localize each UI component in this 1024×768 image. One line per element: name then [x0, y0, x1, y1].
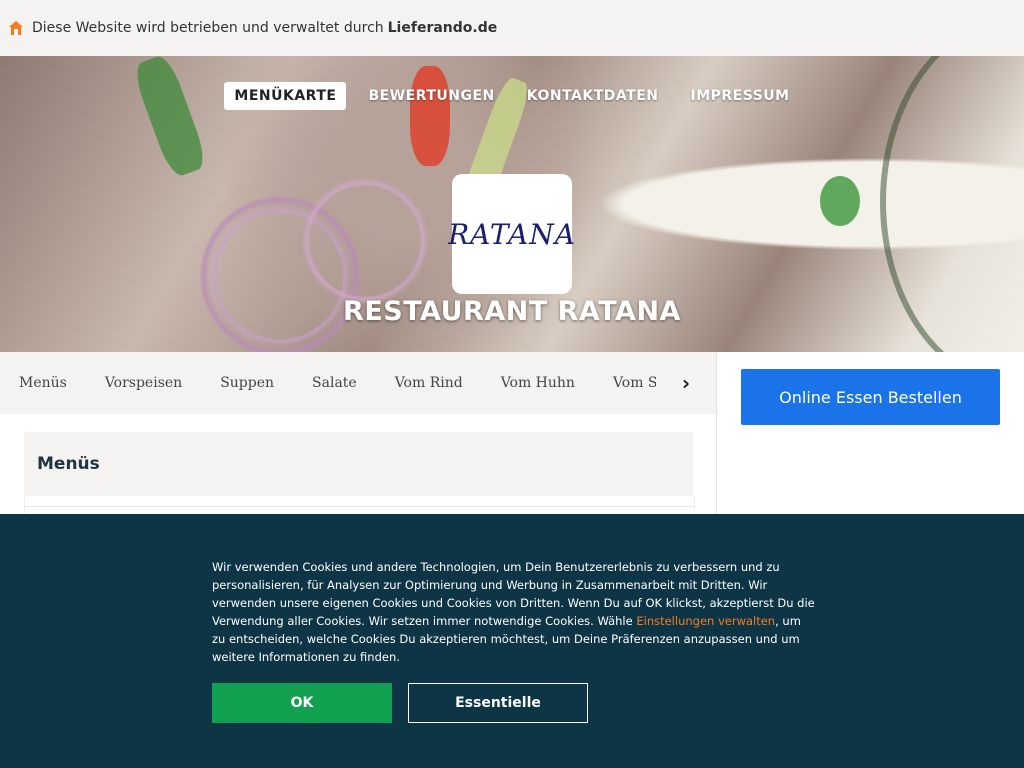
cookie-essential-button[interactable]: Essentielle — [408, 683, 588, 723]
nav-menukarte[interactable]: MENÜKARTE — [224, 82, 347, 110]
nav-kontaktdaten[interactable]: KONTAKTDATEN — [517, 82, 669, 110]
nav-bewertungen[interactable]: BEWERTUNGEN — [358, 82, 504, 110]
category-menus[interactable]: Menüs — [19, 375, 67, 391]
category-vom-huhn[interactable]: Vom Huhn — [501, 375, 575, 391]
section-title: Menüs — [37, 454, 100, 474]
cookie-banner: Wir verwenden Cookies und andere Technol… — [0, 514, 1024, 768]
category-bar: Menüs Vorspeisen Suppen Salate Vom Rind … — [0, 352, 716, 414]
nav-impressum[interactable]: IMPRESSUM — [680, 82, 799, 110]
cookie-settings-link[interactable]: Einstellungen verwalten — [636, 614, 775, 628]
notice-brand-link[interactable]: Lieferando.de — [388, 20, 498, 36]
category-suppen[interactable]: Suppen — [220, 375, 274, 391]
restaurant-logo: RATANA — [448, 174, 575, 294]
category-vom-rind[interactable]: Vom Rind — [395, 375, 463, 391]
divider — [25, 506, 694, 507]
section-header: Menüs — [24, 432, 693, 496]
house-icon — [9, 21, 23, 35]
chevron-right-icon: › — [681, 371, 691, 395]
notice-text: Diese Website wird betrieben und verwalt… — [32, 20, 384, 36]
category-salate[interactable]: Salate — [312, 375, 357, 391]
sidebar-divider — [716, 352, 717, 514]
cookie-ok-button[interactable]: OK — [212, 683, 392, 723]
main-nav: MENÜKARTE BEWERTUNGEN KONTAKTDATEN IMPRE… — [0, 82, 1024, 110]
category-scroll-right-button[interactable]: › — [656, 352, 716, 414]
restaurant-name: RESTAURANT RATANA — [343, 296, 681, 327]
logo-text: RATANA — [448, 217, 576, 251]
order-online-button[interactable]: Online Essen Bestellen — [741, 369, 1000, 425]
cookie-text: Wir verwenden Cookies und andere Technol… — [212, 558, 817, 666]
section-body — [24, 496, 695, 515]
category-vorspeisen[interactable]: Vorspeisen — [105, 375, 182, 391]
operator-notice-bar: Diese Website wird betrieben und verwalt… — [0, 0, 1024, 56]
